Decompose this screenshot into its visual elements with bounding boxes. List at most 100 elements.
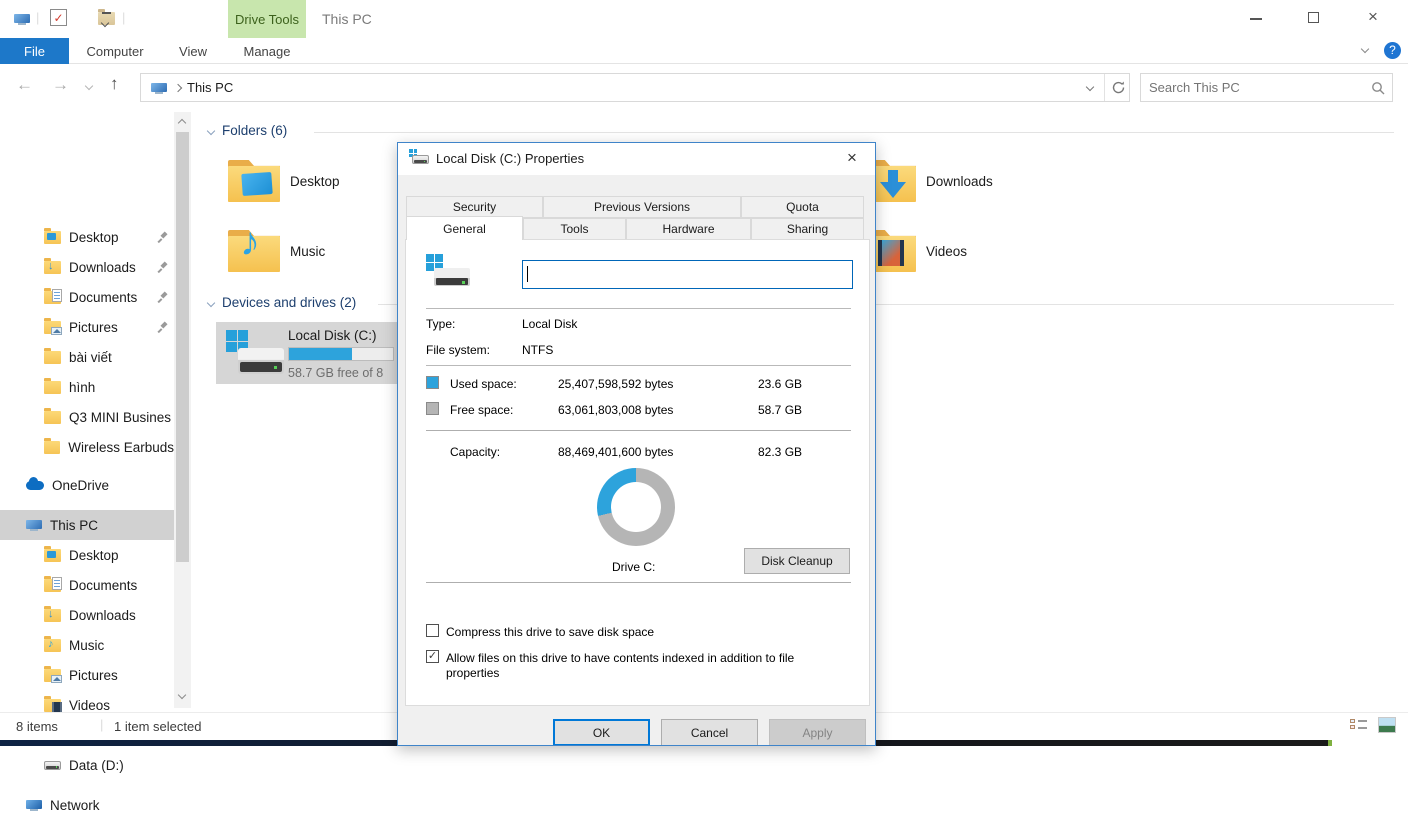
app-icon (14, 14, 30, 25)
drive-tools-context-tab[interactable]: Drive Tools (228, 0, 306, 38)
sidebar-item-downloads[interactable]: ↓ Downloads (0, 600, 174, 630)
sidebar-item-desktop-qa[interactable]: Desktop (0, 222, 174, 252)
maximize-button[interactable] (1308, 12, 1319, 23)
qat-customize-icon[interactable] (102, 12, 111, 29)
index-checkbox[interactable]: ✓ (426, 650, 439, 663)
tab-hardware[interactable]: Hardware (626, 218, 751, 240)
tab-previous-versions[interactable]: Previous Versions (543, 196, 741, 218)
tile-music[interactable]: ♪ Music (216, 220, 396, 282)
recent-locations-icon[interactable] (85, 82, 93, 90)
sidebar-item-bai-viet[interactable]: bài viết (0, 342, 174, 372)
disk-cleanup-button[interactable]: Disk Cleanup (744, 548, 850, 574)
breadcrumb[interactable]: This PC (187, 80, 233, 95)
dialog-title: Local Disk (C:) Properties (436, 151, 584, 166)
sidebar-item-data-d[interactable]: Data (D:) (0, 750, 174, 780)
sidebar-item-q3-mini[interactable]: Q3 MINI Busines (0, 402, 174, 432)
thumbnail-view-icon[interactable] (1378, 717, 1396, 733)
cancel-button[interactable]: Cancel (661, 719, 758, 746)
scroll-down-icon[interactable] (178, 691, 186, 699)
scroll-up-icon[interactable] (178, 119, 186, 127)
tab-general[interactable]: General (406, 216, 523, 240)
minimize-button[interactable] (1250, 18, 1262, 20)
sidebar-item-wireless-earbuds[interactable]: Wireless Earbuds (0, 432, 174, 462)
tab-security[interactable]: Security (406, 196, 543, 218)
separator (426, 582, 851, 583)
index-checkbox-label[interactable]: Allow files on this drive to have conten… (446, 651, 846, 681)
tab-file[interactable]: File (0, 38, 69, 64)
pictures-folder-icon (44, 669, 61, 682)
sidebar-item-hinh[interactable]: hình (0, 372, 174, 402)
divider (1104, 74, 1105, 101)
tile-desktop[interactable]: Desktop (216, 150, 396, 212)
capacity-size: 82.3 GB (758, 445, 802, 459)
sidebar-item-pictures[interactable]: Pictures (0, 660, 174, 690)
compress-checkbox-label[interactable]: Compress this drive to save disk space (446, 625, 654, 639)
pin-icon (157, 322, 168, 333)
tab-sharing[interactable]: Sharing (751, 218, 864, 240)
divider: | (36, 10, 39, 25)
tab-quota[interactable]: Quota (741, 196, 864, 218)
used-space-label: Used space: (450, 377, 517, 391)
type-value: Local Disk (522, 317, 577, 331)
sidebar-item-music[interactable]: ♪ Music (0, 630, 174, 660)
collapse-group-icon[interactable] (207, 298, 215, 306)
dialog-close-icon[interactable]: × (847, 148, 857, 168)
this-pc-icon (26, 520, 42, 531)
sidebar-item-downloads-qa[interactable]: ↓ Downloads (0, 252, 174, 282)
documents-icon (44, 579, 61, 592)
tab-computer[interactable]: Computer (69, 38, 161, 64)
search-input[interactable] (1149, 77, 1359, 98)
tile-videos[interactable]: Videos (852, 220, 1052, 282)
qat-properties-icon[interactable]: ✓ (50, 9, 67, 26)
capacity-bar-fill (289, 348, 352, 360)
tab-manage[interactable]: Manage (227, 38, 307, 64)
sidebar-item-onedrive[interactable]: OneDrive (0, 470, 174, 500)
breadcrumb-chevron-icon[interactable] (174, 84, 182, 92)
capacity-bytes: 88,469,401,600 bytes (558, 445, 673, 459)
sidebar-scrollbar[interactable] (174, 112, 191, 708)
free-space-bytes: 63,061,803,008 bytes (558, 403, 673, 417)
back-icon[interactable]: ← (16, 75, 33, 95)
sidebar-item-desktop[interactable]: Desktop (0, 540, 174, 570)
details-view-icon[interactable] (1350, 718, 1368, 734)
selection-count: 1 item selected (114, 719, 201, 734)
sidebar-item-network[interactable]: Network (0, 790, 174, 820)
address-dropdown-icon[interactable] (1086, 83, 1094, 91)
volume-label-input[interactable] (522, 260, 853, 289)
minimize-ribbon-icon[interactable] (1361, 45, 1369, 53)
desktop-folder-icon (44, 231, 61, 244)
ok-button[interactable]: OK (553, 719, 650, 746)
refresh-icon[interactable] (1111, 80, 1126, 95)
scrollbar-thumb[interactable] (176, 132, 189, 562)
search-icon (1371, 81, 1385, 95)
volume-label-field[interactable] (530, 263, 845, 285)
close-button[interactable]: × (1368, 7, 1378, 27)
collapse-group-icon[interactable] (207, 126, 215, 134)
address-bar[interactable]: This PC (140, 73, 1130, 102)
tab-tools[interactable]: Tools (523, 218, 626, 240)
tab-view[interactable]: View (161, 38, 225, 64)
free-space-size: 58.7 GB (758, 403, 802, 417)
downloads-folder-icon: ↓ (44, 261, 61, 274)
documents-icon (44, 291, 61, 304)
sidebar-item-pictures-qa[interactable]: Pictures (0, 312, 174, 342)
tile-downloads[interactable]: Downloads (852, 150, 1052, 212)
sidebar-item-this-pc[interactable]: This PC (0, 510, 174, 540)
separator (426, 430, 851, 431)
folder-icon (44, 441, 60, 454)
up-icon[interactable]: ↑ (110, 74, 119, 94)
dialog-titlebar[interactable]: Local Disk (C:) Properties × (398, 143, 875, 175)
compress-checkbox[interactable] (426, 624, 439, 637)
group-header-folders[interactable]: Folders (6) (208, 123, 287, 138)
help-icon[interactable]: ? (1384, 42, 1401, 59)
forward-icon[interactable]: → (52, 75, 69, 95)
search-box[interactable] (1140, 73, 1393, 102)
pictures-folder-icon (44, 321, 61, 334)
group-header-devices[interactable]: Devices and drives (2) (208, 295, 356, 310)
tile-local-disk-c[interactable]: Local Disk (C:) 58.7 GB free of 8 (216, 322, 398, 384)
filesystem-value: NTFS (522, 343, 553, 357)
sidebar-item-documents-qa[interactable]: Documents (0, 282, 174, 312)
separator (426, 308, 851, 309)
sidebar-item-documents[interactable]: Documents (0, 570, 174, 600)
capacity-bar (288, 347, 394, 361)
